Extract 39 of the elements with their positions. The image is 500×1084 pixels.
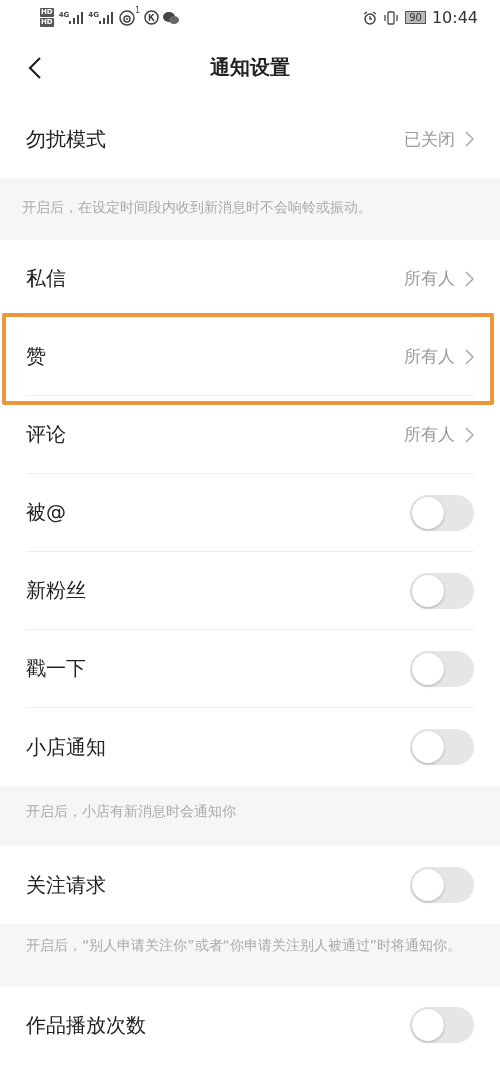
signal-icon xyxy=(98,11,113,24)
setting-label: 关注请求 xyxy=(26,871,107,899)
hotspot-icon xyxy=(118,9,135,26)
toggle-switch[interactable] xyxy=(410,867,474,903)
page-title: 通知设置 xyxy=(210,54,290,81)
setting-value: 已关闭 xyxy=(404,127,455,151)
setting-label: 赞 xyxy=(26,343,47,370)
alarm-icon xyxy=(363,10,378,25)
setting-label: 勿扰模式 xyxy=(26,125,107,153)
chevron-icon xyxy=(465,270,474,287)
chat-icon xyxy=(163,10,179,25)
chevron-icon xyxy=(465,426,474,443)
setting-label: 私信 xyxy=(26,265,67,292)
setting-label: 评论 xyxy=(26,421,67,448)
battery-level: 90 xyxy=(405,11,426,24)
setting-label: 被@ xyxy=(26,499,67,526)
section-note: 开启后，小店有新消息时会通知你 xyxy=(26,802,237,821)
k-circle-icon xyxy=(144,10,159,25)
setting-label: 新粉丝 xyxy=(26,577,87,604)
toggle-switch[interactable] xyxy=(410,572,474,609)
vibrate-icon xyxy=(383,10,400,25)
toggle-switch[interactable] xyxy=(410,650,474,687)
setting-label: 作品播放次数 xyxy=(26,1011,147,1039)
toggle-switch[interactable] xyxy=(410,729,474,765)
setting-label: 小店通知 xyxy=(26,733,107,761)
setting-value: 所有人 xyxy=(404,345,455,368)
section-note: 开启后，“别人申请关注你”或者“你申请关注别人被通过”时将通知你。 xyxy=(26,936,462,955)
setting-label: 戳一下 xyxy=(26,655,87,682)
hotspot-count: 1 xyxy=(134,6,140,15)
setting-value: 所有人 xyxy=(404,267,455,290)
clock-time: 10:44 xyxy=(431,8,478,27)
section-note: 开启后，在设定时间段内收到新消息时不会响铃或振动。 xyxy=(22,198,373,217)
back-icon xyxy=(28,56,42,80)
signal-icon xyxy=(69,11,84,24)
toggle-switch[interactable] xyxy=(410,494,474,531)
setting-value: 所有人 xyxy=(404,423,455,446)
chevron-icon xyxy=(465,348,474,365)
chevron-icon xyxy=(465,131,474,147)
toggle-switch[interactable] xyxy=(410,1007,474,1043)
